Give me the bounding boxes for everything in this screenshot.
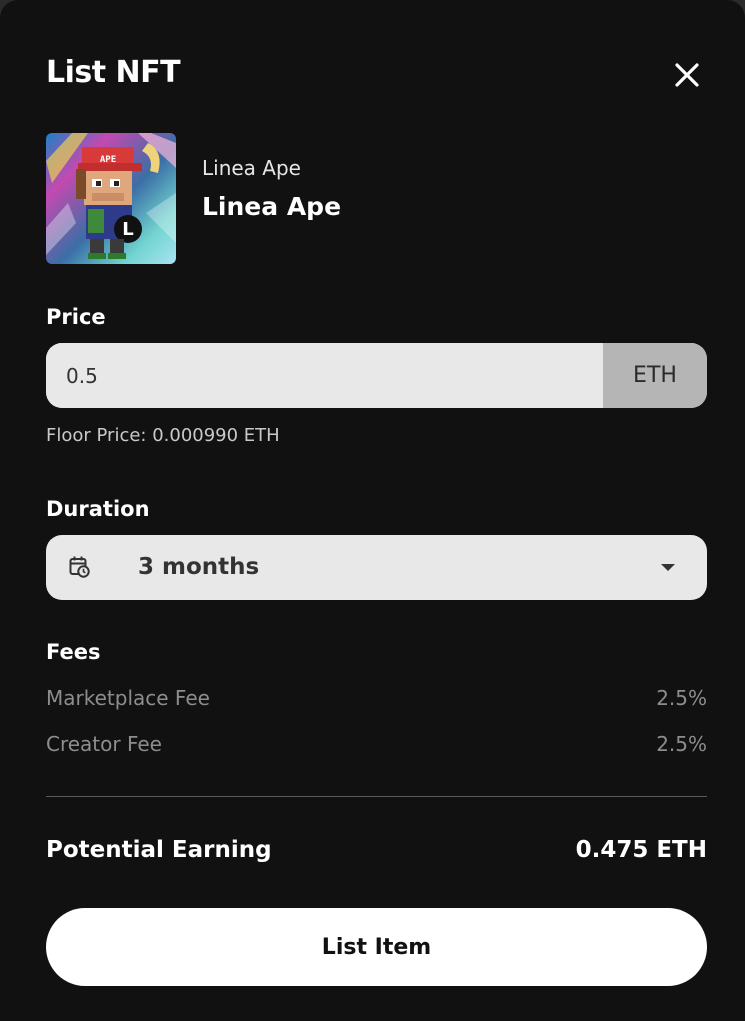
close-icon bbox=[675, 63, 699, 87]
modal-title: List NFT bbox=[46, 55, 181, 90]
nft-name: Linea Ape bbox=[202, 192, 342, 221]
caret-down-icon bbox=[661, 564, 675, 571]
nft-collection-name: Linea Ape bbox=[202, 156, 301, 180]
fee-value: 2.5% bbox=[656, 732, 707, 756]
price-unit: ETH bbox=[603, 343, 707, 408]
potential-earning-row: Potential Earning 0.475 ETH bbox=[46, 832, 707, 868]
price-input[interactable] bbox=[46, 343, 603, 408]
floor-price: Floor Price: 0.000990 ETH bbox=[46, 425, 280, 446]
fee-row-creator: Creator Fee 2.5% bbox=[46, 729, 707, 759]
svg-text:L: L bbox=[122, 219, 133, 240]
list-nft-modal: List NFT APE L Linea Ape Linea Ape Price… bbox=[0, 0, 745, 1021]
fees-label: Fees bbox=[46, 640, 101, 664]
close-button[interactable] bbox=[670, 58, 704, 92]
potential-earning-value: 0.475 ETH bbox=[575, 837, 707, 863]
duration-label: Duration bbox=[46, 497, 150, 521]
duration-select[interactable]: 3 months bbox=[46, 535, 707, 600]
price-field: ETH bbox=[46, 343, 707, 408]
potential-earning-label: Potential Earning bbox=[46, 837, 272, 863]
divider bbox=[46, 796, 707, 797]
price-label: Price bbox=[46, 305, 106, 329]
fee-label: Creator Fee bbox=[46, 732, 162, 756]
fee-row-marketplace: Marketplace Fee 2.5% bbox=[46, 683, 707, 713]
nft-thumbnail: APE L bbox=[46, 133, 176, 264]
fee-label: Marketplace Fee bbox=[46, 686, 210, 710]
cap-badge-text: APE bbox=[100, 155, 116, 165]
fee-value: 2.5% bbox=[656, 686, 707, 710]
calendar-clock-icon bbox=[69, 556, 90, 578]
list-item-button[interactable]: List Item bbox=[46, 908, 707, 986]
duration-value: 3 months bbox=[138, 554, 260, 580]
